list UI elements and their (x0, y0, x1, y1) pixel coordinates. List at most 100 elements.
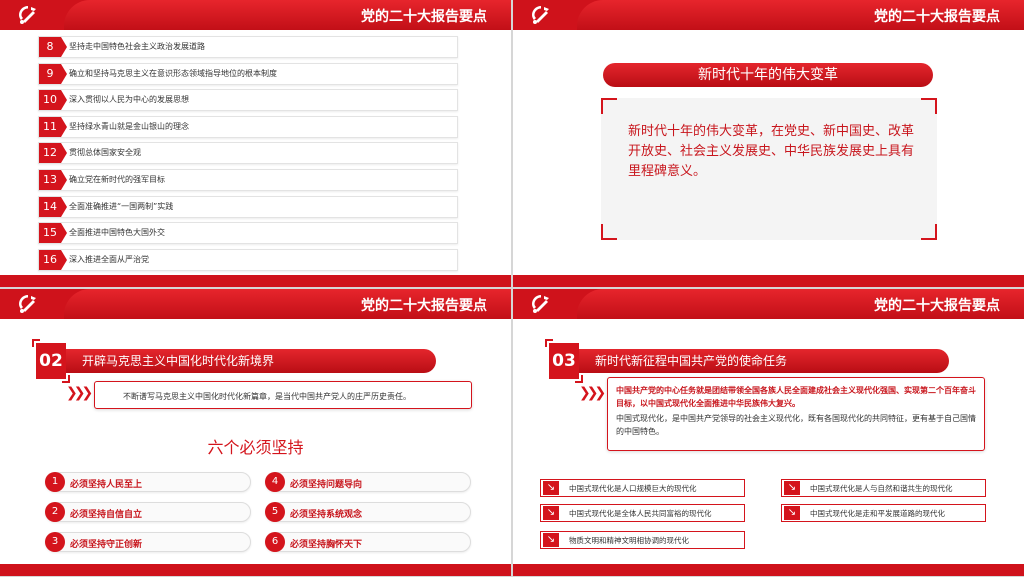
item-text: 深入推进全面从严治党 (69, 254, 149, 264)
item-number: 10 (39, 90, 67, 111)
must-label: 必须坚持自信自立 (70, 510, 143, 520)
header-title: 党的二十大报告要点 (874, 298, 1000, 314)
must-number: 4 (265, 472, 285, 492)
must-label: 必须坚持问题导向 (290, 480, 363, 490)
chevron-right-icon: ❯❯❯ (66, 385, 93, 401)
party-emblem-icon (19, 295, 36, 313)
principles-list: 8 坚持走中国特色社会主义政治发展道路 9 确立和坚持马克思主义在意识形态领域指导地… (38, 36, 458, 275)
header-title: 党的二十大报告要点 (361, 298, 487, 314)
slide-header: 党的二十大报告要点 (0, 289, 511, 319)
must-label: 必须坚持系统观念 (290, 510, 363, 520)
item-text: 全面推进中国特色大国外交 (69, 228, 165, 238)
section-title: 开辟马克思主义中国化时代化新境界 (66, 349, 436, 373)
arrow-down-right-icon: ↘ (784, 481, 800, 495)
corner-decoration (601, 224, 617, 240)
feature-text: 中国式现代化是走和平发展道路的现代化 (810, 509, 945, 518)
arrow-down-right-icon: ↘ (543, 481, 559, 495)
slide-header: 党的二十大报告要点 (513, 0, 1024, 30)
six-musts-heading: 六个必须坚持 (207, 438, 304, 457)
item-text: 确立和坚持马克思主义在意识形态领域指导地位的根本制度 (69, 68, 277, 78)
must-number: 1 (45, 472, 65, 492)
list-item: 13 确立党在新时代的强军目标 (38, 168, 458, 191)
item-number: 13 (39, 169, 67, 190)
slide-1[interactable]: 党的二十大报告要点 8 坚持走中国特色社会主义政治发展道路 9 确立和坚持马克思主义… (0, 0, 511, 287)
item-text: 贯彻总体国家安全观 (69, 148, 141, 158)
slide-3[interactable]: 党的二十大报告要点 02 开辟马克思主义中国化时代化新境界 ❯❯❯ 不断谱写马克… (0, 289, 511, 576)
list-item: 11 坚持绿水青山就是金山银山的理念 (38, 115, 458, 138)
must-item: 2 必须坚持自信自立 (45, 502, 251, 522)
feature-item: ↘ 物质文明和精神文明相协调的现代化 (540, 531, 745, 549)
callout-bold-text: 中国共产党的中心任务就是团结带领全国各族人民全面建成社会主义现代化强国、实现第二… (616, 386, 976, 408)
callout-box: 不断谱写马克思主义中国化时代化新篇章，是当代中国共产党人的庄严历史责任。 (94, 381, 472, 409)
section-title: 新时代十年的伟大变革 (603, 63, 933, 87)
party-emblem-icon (532, 295, 549, 313)
must-number: 5 (265, 502, 285, 522)
slide-footer (0, 564, 511, 576)
slide-footer (513, 275, 1024, 287)
section-number: 03 (545, 339, 583, 383)
list-item: 15 全面推进中国特色大国外交 (38, 222, 458, 245)
item-text: 坚持绿水青山就是金山银山的理念 (69, 121, 189, 131)
list-item: 8 坚持走中国特色社会主义政治发展道路 (38, 36, 458, 58)
corner-decoration (921, 224, 937, 240)
corner-decoration (601, 98, 617, 114)
corner-decoration (921, 98, 937, 114)
party-emblem-icon (19, 6, 36, 24)
quote-box: 新时代十年的伟大变革，在党史、新中国史、改革开放史、社会主义发展史、中华民族发展… (601, 98, 937, 240)
slide-header: 党的二十大报告要点 (0, 0, 511, 30)
feature-text: 中国式现代化是人口规模巨大的现代化 (569, 484, 697, 493)
slide-header: 党的二十大报告要点 (513, 289, 1024, 319)
item-number: 16 (39, 249, 67, 270)
item-text: 全面准确推进“一国两制”实践 (69, 201, 174, 211)
list-item: 12 贯彻总体国家安全观 (38, 142, 458, 165)
chevron-right-icon: ❯❯❯ (579, 385, 606, 401)
feature-text: 物质文明和精神文明相协调的现代化 (569, 536, 689, 545)
feature-item: ↘ 中国式现代化是走和平发展道路的现代化 (781, 504, 986, 522)
item-number: 15 (39, 223, 67, 244)
feature-item: ↘ 中国式现代化是人与自然和谐共生的现代化 (781, 479, 986, 497)
item-number: 8 (39, 37, 67, 57)
item-number: 11 (39, 116, 67, 137)
feature-text: 中国式现代化是人与自然和谐共生的现代化 (810, 484, 953, 493)
quote-text: 新时代十年的伟大变革，在党史、新中国史、改革开放史、社会主义发展史、中华民族发展… (628, 124, 915, 179)
header-title: 党的二十大报告要点 (874, 9, 1000, 25)
must-number: 2 (45, 502, 65, 522)
item-number: 14 (39, 196, 67, 217)
feature-item: ↘ 中国式现代化是人口规模巨大的现代化 (540, 479, 745, 497)
list-item: 9 确立和坚持马克思主义在意识形态领域指导地位的根本制度 (38, 62, 458, 85)
must-item: 1 必须坚持人民至上 (45, 472, 251, 492)
must-item: 3 必须坚持守正创新 (45, 532, 251, 552)
must-item: 4 必须坚持问题导向 (265, 472, 471, 492)
must-label: 必须坚持胸怀天下 (290, 540, 363, 550)
item-text: 确立党在新时代的强军目标 (69, 174, 165, 184)
slide-2[interactable]: 党的二十大报告要点 新时代十年的伟大变革 新时代十年的伟大变革，在党史、新中国史… (513, 0, 1024, 287)
item-number: 12 (39, 143, 67, 164)
item-number: 9 (39, 63, 67, 84)
section-title: 新时代新征程中国共产党的使命任务 (579, 349, 949, 373)
feature-item: ↘ 中国式现代化是全体人民共同富裕的现代化 (540, 504, 745, 522)
arrow-down-right-icon: ↘ (543, 533, 559, 547)
section-number: 02 (32, 339, 70, 383)
header-title: 党的二十大报告要点 (361, 9, 487, 25)
callout-box: 中国共产党的中心任务就是团结带领全国各族人民全面建成社会主义现代化强国、实现第二… (607, 377, 985, 451)
list-item: 14 全面准确推进“一国两制”实践 (38, 195, 458, 218)
arrow-down-right-icon: ↘ (543, 506, 559, 520)
callout-body-text: 中国式现代化，是中国共产党领导的社会主义现代化，既有各国现代化的共同特征，更有基… (616, 414, 976, 436)
item-text: 深入贯彻以人民为中心的发展思想 (69, 95, 189, 105)
must-number: 6 (265, 532, 285, 552)
slide-4[interactable]: 党的二十大报告要点 03 新时代新征程中国共产党的使命任务 ❯❯❯ 中国共产党的… (513, 289, 1024, 576)
arrow-down-right-icon: ↘ (784, 506, 800, 520)
must-label: 必须坚持守正创新 (70, 540, 143, 550)
slide-footer (0, 275, 511, 287)
feature-text: 中国式现代化是全体人民共同富裕的现代化 (569, 509, 712, 518)
must-number: 3 (45, 532, 65, 552)
list-item: 10 深入贯彻以人民为中心的发展思想 (38, 89, 458, 112)
list-item: 16 深入推进全面从严治党 (38, 248, 458, 271)
callout-text: 不断谱写马克思主义中国化时代化新篇章，是当代中国共产党人的庄严历史责任。 (123, 392, 411, 401)
must-item: 6 必须坚持胸怀天下 (265, 532, 471, 552)
party-emblem-icon (532, 6, 549, 24)
must-label: 必须坚持人民至上 (70, 480, 143, 490)
item-text: 坚持走中国特色社会主义政治发展道路 (69, 42, 205, 51)
slide-footer (513, 564, 1024, 576)
must-item: 5 必须坚持系统观念 (265, 502, 471, 522)
